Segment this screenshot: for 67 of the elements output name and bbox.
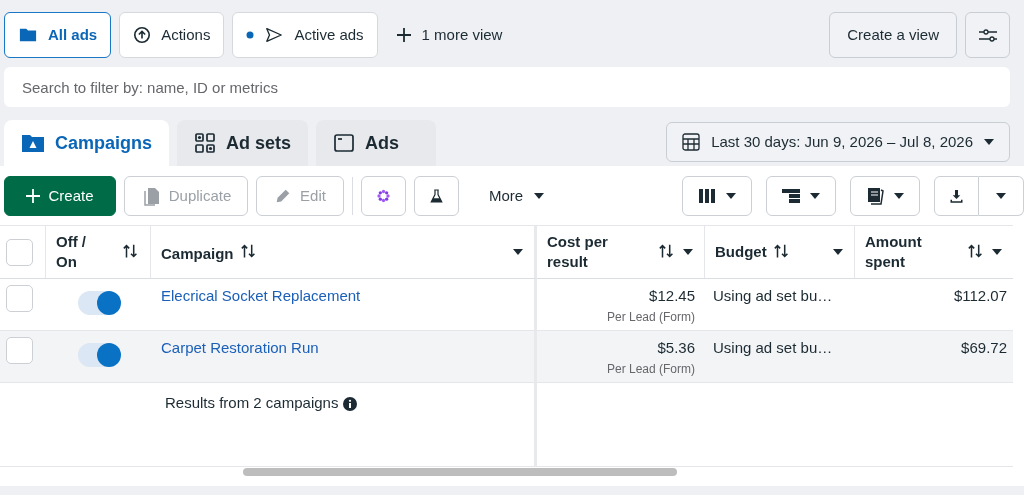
checkbox[interactable] bbox=[6, 285, 33, 312]
dropdown-icon bbox=[512, 248, 524, 256]
campaign-link[interactable]: Carpet Restoration Run bbox=[161, 339, 319, 356]
more-views-button[interactable]: 1 more view bbox=[385, 23, 513, 47]
scrollbar-thumb[interactable] bbox=[243, 468, 677, 476]
create-button[interactable]: Create bbox=[4, 176, 116, 216]
dropdown-icon bbox=[682, 248, 694, 256]
reports-icon bbox=[865, 186, 885, 206]
budget-value: Using ad set bu… bbox=[713, 287, 833, 304]
checkbox[interactable] bbox=[6, 337, 33, 364]
checkbox[interactable] bbox=[6, 238, 33, 266]
create-view-button[interactable]: Create a view bbox=[829, 12, 957, 58]
view-tab[interactable]: Active ads bbox=[232, 12, 378, 58]
settings-button[interactable] bbox=[965, 12, 1010, 58]
reports-button[interactable] bbox=[850, 176, 920, 216]
columns-button[interactable] bbox=[682, 176, 752, 216]
download-button[interactable] bbox=[934, 176, 979, 216]
folder-icon bbox=[21, 132, 45, 154]
info-icon bbox=[342, 397, 357, 412]
grid-icon bbox=[194, 132, 217, 154]
tab[interactable]: Ad sets bbox=[177, 120, 309, 166]
view-tab[interactable]: All ads bbox=[4, 12, 112, 58]
column-header[interactable]: Cost per result bbox=[537, 225, 705, 279]
view-tab[interactable]: Actions bbox=[119, 12, 225, 58]
experiment-button[interactable] bbox=[414, 176, 459, 216]
caret-icon bbox=[995, 192, 1007, 200]
tab[interactable]: Campaigns bbox=[4, 120, 170, 166]
toggle-switch[interactable] bbox=[77, 343, 120, 367]
amount-value: $112.07 bbox=[953, 287, 1007, 304]
date-range-button[interactable]: Last 30 days: Jun 9, 2026 – Jul 8, 2026 bbox=[666, 122, 1010, 162]
results-summary: Results from 2 campaigns bbox=[165, 394, 339, 411]
caret-icon bbox=[533, 192, 546, 200]
caret-icon bbox=[725, 192, 737, 200]
column-header[interactable]: Amount spent bbox=[855, 225, 1013, 279]
column-header[interactable]: Off / On bbox=[46, 225, 151, 279]
dropdown-icon bbox=[991, 248, 1003, 256]
caret-icon bbox=[983, 138, 995, 146]
columns-icon bbox=[697, 187, 717, 205]
result-type: Per Lead (Form) bbox=[605, 360, 695, 378]
budget-value: Using ad set bu… bbox=[713, 339, 833, 356]
result-type: Per Lead (Form) bbox=[605, 308, 695, 326]
caret-icon bbox=[893, 192, 905, 200]
cost-value: $12.45 bbox=[648, 286, 695, 306]
search-field[interactable]: Search to filter by: name, ID or metrics bbox=[4, 67, 1010, 107]
window-icon bbox=[333, 132, 356, 154]
column-header[interactable]: Campaign bbox=[151, 225, 537, 279]
tab[interactable]: Ads bbox=[316, 120, 437, 166]
send-icon bbox=[264, 26, 285, 44]
campaign-link[interactable]: Elecrical Socket Replacement bbox=[161, 287, 361, 304]
ai-button[interactable] bbox=[361, 176, 406, 216]
amount-value: $69.72 bbox=[961, 339, 1007, 356]
column-header[interactable]: Budget bbox=[705, 225, 855, 279]
plus-icon bbox=[26, 189, 41, 203]
status-dot-icon bbox=[246, 31, 255, 39]
calendar-icon bbox=[681, 132, 702, 152]
toggle-switch[interactable] bbox=[77, 291, 120, 315]
cost-value: $5.36 bbox=[656, 338, 695, 358]
folder-icon bbox=[18, 26, 38, 44]
breakdown-button[interactable] bbox=[766, 176, 836, 216]
dropdown-icon bbox=[832, 248, 844, 256]
caret-icon bbox=[809, 192, 821, 200]
breakdown-icon bbox=[781, 187, 801, 205]
plus-icon bbox=[395, 27, 412, 43]
settings-icon bbox=[976, 26, 999, 44]
upload-icon bbox=[133, 26, 152, 44]
more-button[interactable]: More bbox=[467, 184, 560, 208]
flask-icon bbox=[429, 186, 444, 206]
